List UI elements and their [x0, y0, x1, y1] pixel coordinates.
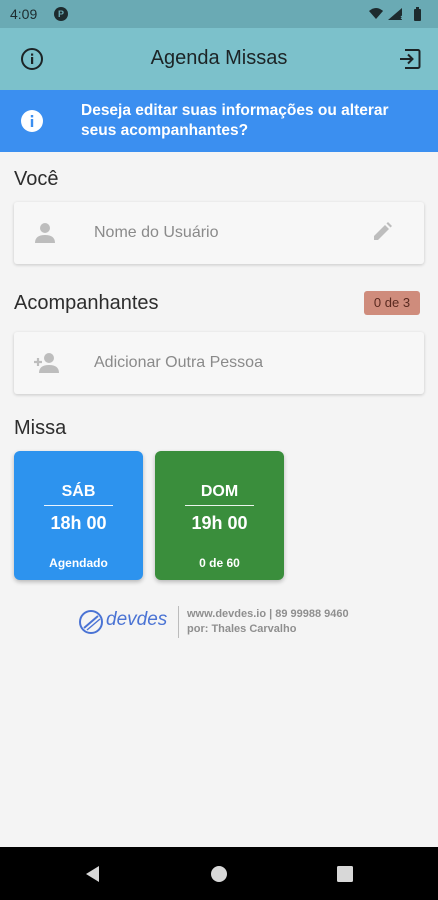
info-icon — [20, 109, 44, 133]
footer: devdes www.devdes.io | 89 99988 9460 por… — [0, 604, 438, 638]
mass-time: 19h 00 — [191, 513, 248, 533]
section-label-missa: Missa — [14, 417, 67, 439]
recents-icon[interactable] — [334, 863, 356, 885]
battery-icon — [414, 7, 421, 21]
footer-author: por: Thales Carvalho — [187, 623, 297, 635]
brand-logo-text: devdes — [106, 609, 168, 630]
person-icon — [32, 221, 58, 245]
user-name-card[interactable]: Nome do Usuário — [14, 202, 424, 264]
add-companion-card[interactable]: Adicionar Outra Pessoa — [14, 332, 424, 394]
banner-text: Deseja editar suas informações ou altera… — [81, 102, 389, 139]
mass-day: DOM — [200, 483, 239, 500]
wifi-icon — [369, 8, 383, 19]
mass-day: SÁB — [61, 483, 96, 500]
mass-status: 0 de 60 — [199, 556, 240, 570]
companions-counter-badge: 0 de 3 — [364, 291, 420, 315]
status-bar: 4:09 P — [0, 0, 438, 28]
page-title: Agenda Missas — [150, 47, 288, 69]
mass-card-sunday[interactable]: DOM 19h 00 0 de 60 — [155, 451, 284, 580]
person-add-icon — [32, 351, 59, 375]
mass-status: Agendado — [49, 556, 108, 570]
mass-time: 18h 00 — [50, 513, 107, 533]
devdes-logo-icon — [78, 609, 104, 635]
status-time: 4:09 — [10, 6, 38, 22]
footer-divider — [178, 606, 179, 638]
edit-info-banner[interactable]: Deseja editar suas informações ou altera… — [0, 90, 438, 152]
section-label-acompanhantes: Acompanhantes — [14, 292, 159, 314]
section-label-voce: Você — [14, 168, 59, 190]
mass-card-saturday[interactable]: SÁB 18h 00 Agendado — [14, 451, 143, 580]
signal-icon — [388, 8, 405, 20]
mass-divider — [44, 505, 113, 506]
logout-icon[interactable] — [396, 45, 424, 73]
edit-icon[interactable] — [370, 220, 394, 244]
add-companion-label: Adicionar Outra Pessoa — [94, 354, 263, 371]
mass-divider — [185, 505, 254, 506]
back-icon[interactable] — [82, 863, 104, 885]
home-icon[interactable] — [208, 863, 230, 885]
system-icons — [368, 6, 430, 27]
app-bar: Agenda Missas — [0, 28, 438, 90]
app-notification-icon: P — [54, 7, 68, 21]
user-name-placeholder: Nome do Usuário — [94, 224, 219, 241]
system-nav-bar — [0, 847, 438, 900]
footer-contact: www.devdes.io | 89 99988 9460 — [187, 608, 349, 620]
